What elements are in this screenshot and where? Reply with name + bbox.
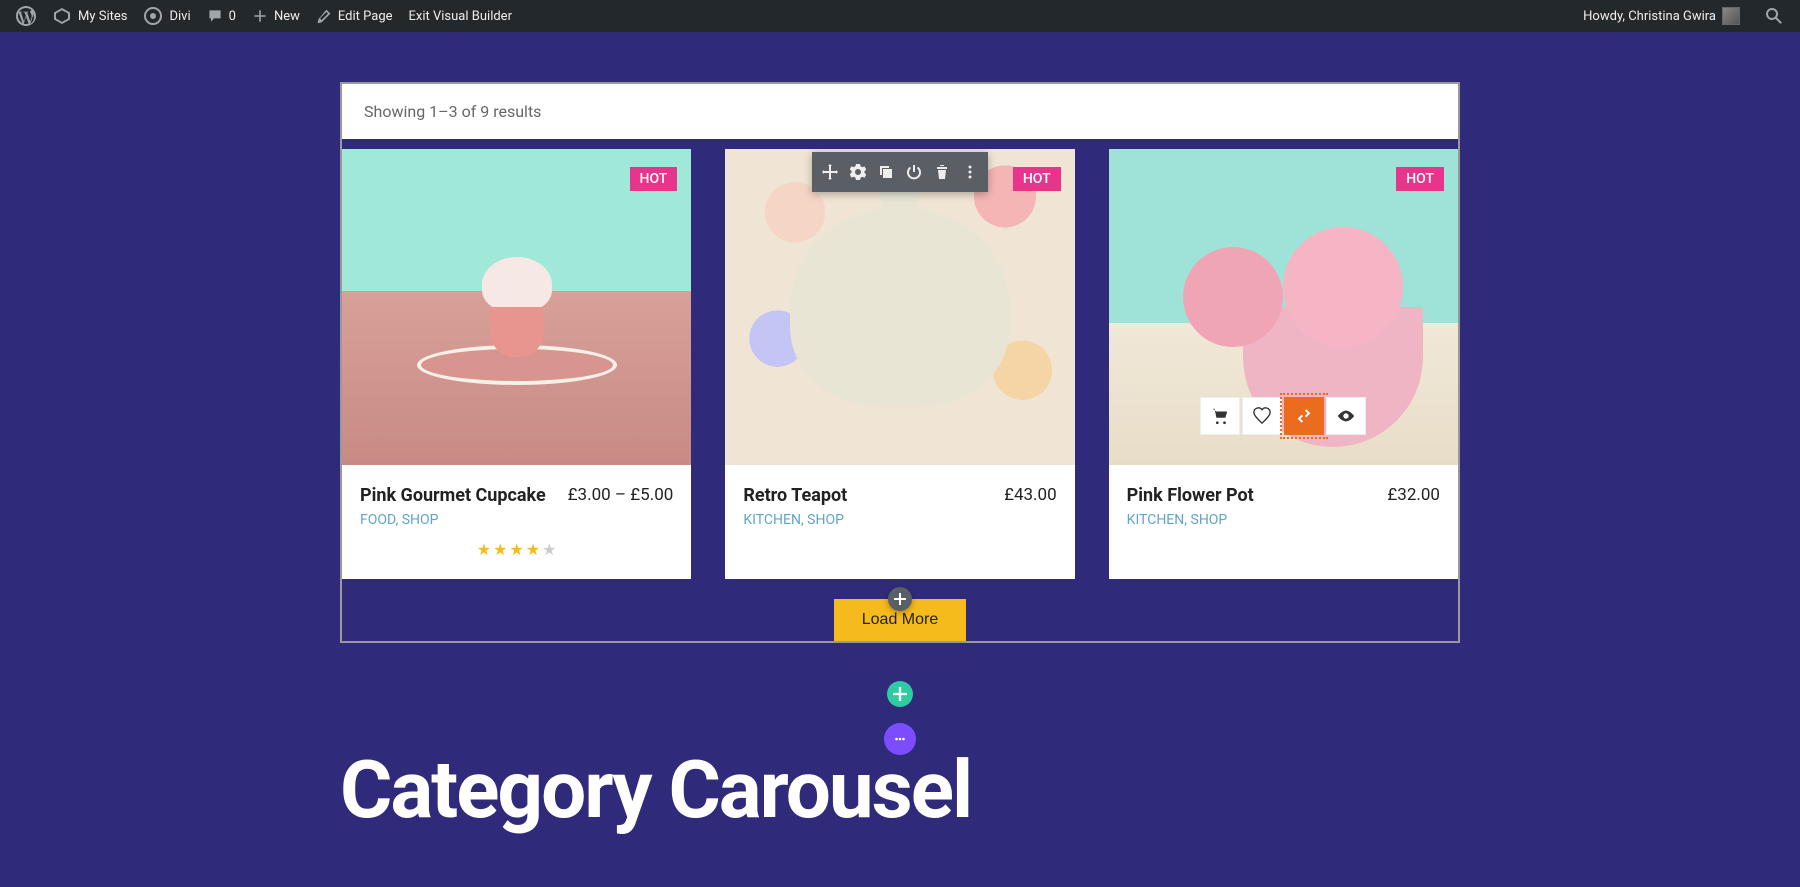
edit-page-link[interactable]: Edit Page (308, 0, 401, 32)
wordpress-logo[interactable] (8, 0, 44, 32)
power-icon (906, 164, 922, 180)
more-icon (962, 164, 978, 180)
save-button[interactable] (900, 156, 928, 188)
search-icon (1764, 6, 1784, 26)
cart-icon (1211, 407, 1229, 425)
product-categories: KITCHEN, SHOP (1127, 512, 1254, 528)
heart-icon (1253, 407, 1271, 425)
sites-icon (52, 6, 72, 26)
delete-button[interactable] (928, 156, 956, 188)
compare-button[interactable] (1284, 397, 1324, 435)
search-toggle[interactable] (1756, 0, 1792, 32)
admin-right: Howdy, Christina Gwira (1575, 0, 1792, 32)
plus-icon (252, 8, 268, 24)
products-grid: HOT Pink Gourmet Cupcake FOOD, SHOP £3.0… (342, 149, 1458, 579)
product-info: Pink Gourmet Cupcake FOOD, SHOP £3.00 – … (342, 465, 691, 579)
dots-icon (893, 732, 907, 746)
new-link[interactable]: New (244, 0, 308, 32)
star-icon: ★ (477, 540, 491, 559)
results-header: Showing 1–3 of 9 results (340, 82, 1460, 139)
settings-button[interactable] (844, 156, 872, 188)
compare-icon (1295, 407, 1313, 425)
star-icon: ★ (493, 540, 507, 559)
wordpress-icon (16, 6, 36, 26)
add-row-button[interactable] (887, 681, 913, 707)
main-content: Showing 1–3 of 9 results HOT Pink Gourme… (340, 32, 1460, 887)
category-link[interactable]: KITCHEN (1127, 512, 1185, 528)
product-image: HOT (1109, 149, 1458, 465)
exit-vb-link[interactable]: Exit Visual Builder (401, 0, 520, 32)
add-to-cart-button[interactable] (1200, 397, 1240, 435)
product-actions (1200, 397, 1366, 435)
category-link[interactable]: SHOP (402, 512, 439, 528)
add-module-button[interactable] (888, 587, 912, 611)
move-icon (822, 164, 838, 180)
avatar (1722, 7, 1740, 25)
module-toolbar (812, 152, 988, 192)
hot-badge: HOT (1396, 167, 1444, 191)
howdy-text: Howdy, Christina Gwira (1583, 9, 1716, 24)
star-icon: ★ (526, 540, 540, 559)
product-info: Retro Teapot KITCHEN, SHOP £43.00 (725, 465, 1074, 548)
results-text: Showing 1–3 of 9 results (364, 102, 541, 121)
more-button[interactable] (956, 156, 984, 188)
comment-icon (207, 8, 223, 24)
wp-admin-bar: My Sites Divi 0 New Edit Page Exit Visua… (0, 0, 1800, 32)
hot-badge: HOT (1013, 167, 1061, 191)
product-price: £43.00 (1004, 485, 1057, 505)
howdy-link[interactable]: Howdy, Christina Gwira (1575, 0, 1748, 32)
product-card[interactable]: HOT Retro Teapot KITCHEN, SHOP £43.00 (725, 149, 1074, 579)
divi-link[interactable]: Divi (135, 0, 198, 32)
plus-icon (894, 593, 906, 605)
product-card[interactable]: HOT Pink Gourmet Cupcake FOOD, SHOP £3.0… (342, 149, 691, 579)
product-title: Retro Teapot (743, 485, 847, 506)
move-button[interactable] (816, 156, 844, 188)
category-link[interactable]: SHOP (1191, 512, 1228, 528)
product-info: Pink Flower Pot KITCHEN, SHOP £32.00 (1109, 465, 1458, 548)
product-title: Pink Gourmet Cupcake (360, 485, 546, 506)
my-sites-label: My Sites (78, 9, 127, 24)
comments-link[interactable]: 0 (199, 0, 244, 32)
product-title: Pink Flower Pot (1127, 485, 1254, 506)
divi-icon (143, 6, 163, 26)
category-link[interactable]: SHOP (807, 512, 844, 528)
duplicate-button[interactable] (872, 156, 900, 188)
duplicate-icon (878, 164, 894, 180)
new-label: New (274, 9, 300, 24)
pencil-icon (316, 8, 332, 24)
load-more-section: Load More (342, 599, 1458, 641)
category-link[interactable]: FOOD (360, 512, 396, 528)
product-categories: FOOD, SHOP (360, 512, 546, 528)
star-rating: ★ ★ ★ ★ ★ (360, 540, 673, 559)
divi-label: Divi (169, 9, 190, 24)
star-icon: ★ (542, 540, 556, 559)
comments-count: 0 (229, 9, 236, 24)
product-image: HOT (342, 149, 691, 465)
section-controls (340, 673, 1460, 763)
product-card[interactable]: HOT Pink Flower Pot (1109, 149, 1458, 579)
category-link[interactable]: KITCHEN (743, 512, 801, 528)
hot-badge: HOT (630, 167, 678, 191)
star-icon: ★ (509, 540, 523, 559)
edit-page-label: Edit Page (338, 9, 393, 24)
product-categories: KITCHEN, SHOP (743, 512, 847, 528)
product-image: HOT (725, 149, 1074, 465)
trash-icon (934, 164, 950, 180)
wishlist-button[interactable] (1242, 397, 1282, 435)
eye-icon (1337, 407, 1355, 425)
quickview-button[interactable] (1326, 397, 1366, 435)
product-price: £3.00 – £5.00 (568, 485, 674, 505)
product-price: £32.00 (1387, 485, 1440, 505)
builder-menu-button[interactable] (884, 723, 916, 755)
gear-icon (850, 164, 866, 180)
my-sites-link[interactable]: My Sites (44, 0, 135, 32)
admin-left: My Sites Divi 0 New Edit Page Exit Visua… (8, 0, 520, 32)
plus-icon (893, 687, 907, 701)
exit-vb-label: Exit Visual Builder (409, 9, 512, 24)
